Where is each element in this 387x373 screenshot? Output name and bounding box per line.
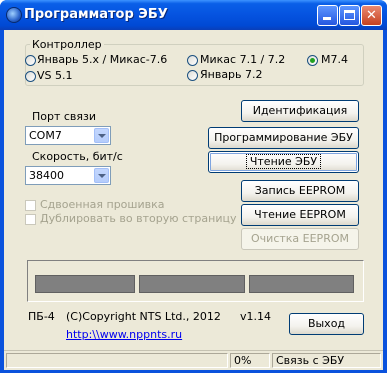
minimize-icon [323, 17, 331, 20]
title-bar[interactable]: Программатор ЭБУ ✕ [0, 0, 387, 30]
minimize-button[interactable] [317, 5, 338, 26]
radio-mikas-71-72[interactable] [187, 55, 198, 66]
maximize-icon [344, 10, 355, 20]
clear-eeprom-button[interactable]: Очистка EEPROM [241, 228, 359, 250]
radio-label-january-5x[interactable]: Январь 5.x / Микас-7.6 [37, 53, 167, 66]
port-value: COM7 [29, 129, 62, 142]
status-message: Связь с ЭБУ [272, 353, 381, 368]
close-button[interactable]: ✕ [361, 5, 382, 26]
identify-button[interactable]: Идентификация [241, 100, 359, 122]
radio-january-5x-mikas-76[interactable] [25, 55, 36, 66]
radio-m74[interactable] [307, 55, 318, 66]
radio-label-vs51[interactable]: VS 5.1 [37, 69, 73, 82]
speed-value: 38400 [29, 169, 64, 182]
write-eeprom-button[interactable]: Запись EEPROM [241, 180, 359, 202]
speed-select[interactable]: 38400 [25, 166, 111, 185]
read-ecu-button[interactable]: Чтение ЭБУ [208, 151, 359, 173]
app-icon[interactable] [6, 7, 22, 23]
version-text: v1.14 [240, 310, 272, 323]
port-select[interactable]: COM7 [25, 126, 111, 145]
progress-segment-3 [249, 275, 354, 293]
radio-january-72[interactable] [187, 70, 198, 81]
dialog-client: Контроллер Январь 5.x / Микас-7.6 Микас … [4, 30, 383, 370]
status-bar: 0% Связь с ЭБУ [4, 350, 383, 370]
device-model: ПБ-4 [28, 310, 55, 323]
speed-label: Скорость, бит/с [32, 150, 123, 163]
status-panel-left [6, 353, 228, 368]
chevron-down-icon[interactable] [94, 128, 109, 143]
radio-label-mikas-71[interactable]: Микас 7.1 / 7.2 [200, 53, 285, 66]
website-link[interactable]: http:\\www.nppnts.ru [66, 328, 182, 341]
copyright-text: (C)Copyright NTS Ltd., 2012 [66, 310, 221, 323]
read-eeprom-button[interactable]: Чтение EEPROM [241, 204, 359, 226]
port-label: Порт связи [32, 110, 97, 123]
radio-label-m74[interactable]: M7.4 [321, 53, 348, 66]
radio-label-january-72[interactable]: Январь 7.2 [200, 68, 263, 81]
progress-segment-2 [139, 275, 245, 293]
maximize-button[interactable] [339, 5, 360, 26]
status-percent: 0% [230, 353, 270, 368]
duplicate-page-checkbox[interactable] [25, 214, 36, 225]
controller-group-label: Контроллер [30, 38, 104, 51]
app-window: Программатор ЭБУ ✕ Контроллер Январь 5.x… [0, 0, 387, 373]
program-ecu-button[interactable]: Программирование ЭБУ [208, 127, 359, 149]
progress-panel [27, 260, 364, 302]
exit-button[interactable]: Выход [289, 313, 364, 335]
radio-vs-51[interactable] [25, 71, 36, 82]
chevron-down-icon[interactable] [94, 168, 109, 183]
read-ecu-label: Чтение ЭБУ [245, 154, 322, 169]
close-icon: ✕ [366, 8, 377, 23]
window-title: Программатор ЭБУ [24, 7, 168, 22]
double-flash-checkbox[interactable] [25, 200, 36, 211]
progress-segment-1 [35, 275, 135, 293]
double-flash-label: Сдвоенная прошивка [40, 198, 165, 211]
duplicate-page-label: Дублировать во вторую страницу [40, 212, 237, 225]
